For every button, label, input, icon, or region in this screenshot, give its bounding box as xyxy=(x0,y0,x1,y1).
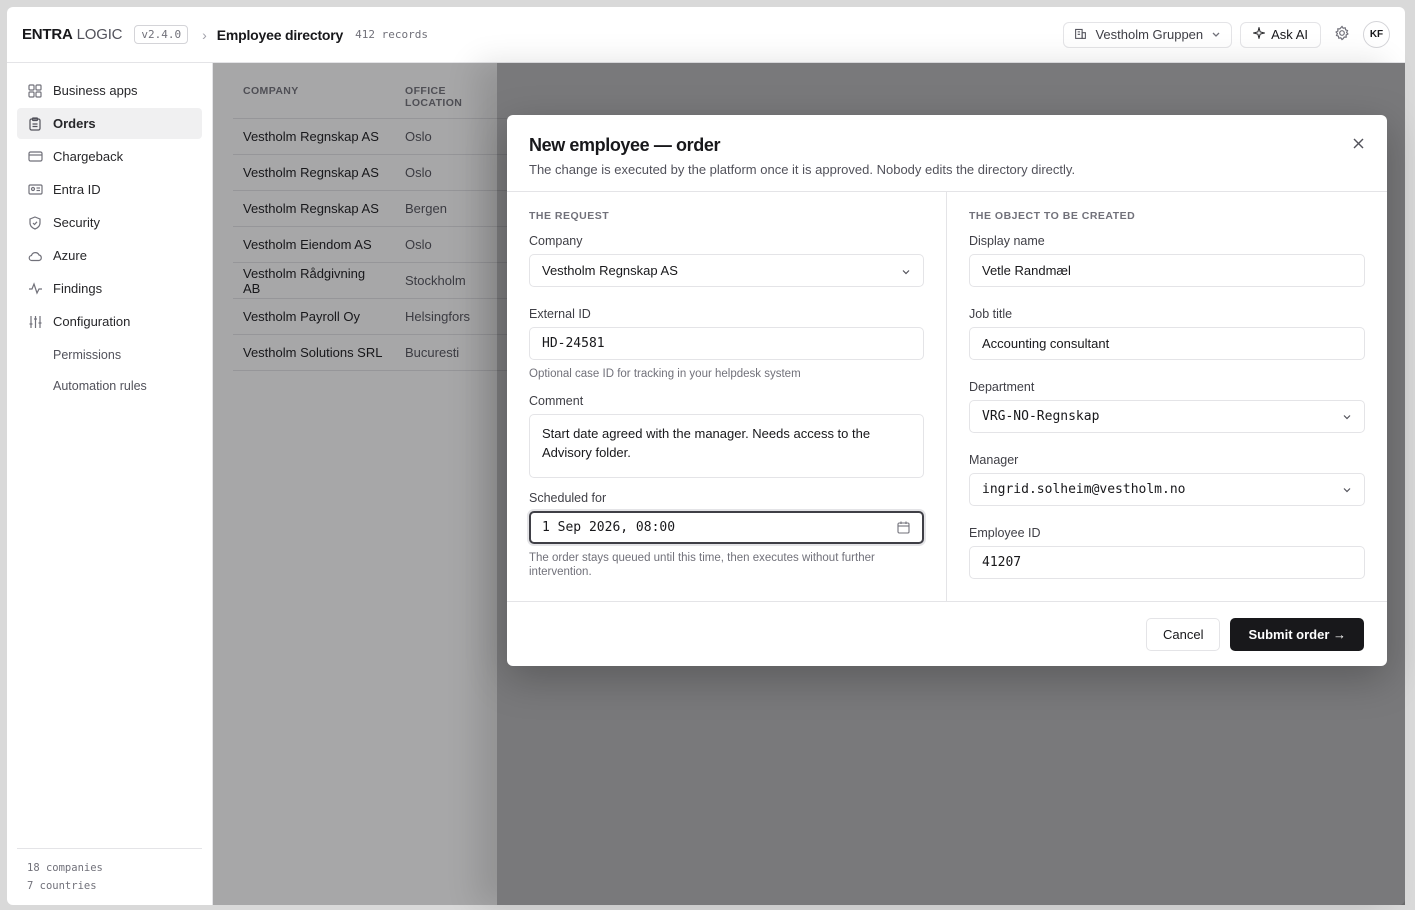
comment-textarea[interactable]: Start date agreed with the manager. Need… xyxy=(529,414,924,478)
sidebar-item-configuration[interactable]: Configuration xyxy=(17,306,202,337)
scheduled-for-help: The order stays queued until this time, … xyxy=(529,552,875,578)
sidebar-item-findings[interactable]: Findings xyxy=(17,273,202,304)
job-title-label: Job title xyxy=(969,307,1013,321)
companies-count: 18 companies xyxy=(27,862,103,874)
page-title: Employee directory xyxy=(216,26,344,43)
manager-select[interactable]: ingrid.solheim@vestholm.no xyxy=(969,473,1365,506)
dialog-footer: Cancel Submit order → xyxy=(507,602,1387,666)
close-icon xyxy=(1353,137,1364,152)
settings-button[interactable] xyxy=(1329,22,1355,48)
activity-icon xyxy=(27,281,43,297)
sidebar-footer: 18 companies 7 countries xyxy=(17,848,202,895)
submit-order-button[interactable]: Submit order → xyxy=(1230,617,1364,651)
sidebar-item-azure[interactable]: Azure xyxy=(17,240,202,271)
chevron-right-icon: › xyxy=(202,26,207,43)
record-count: 412 records xyxy=(355,28,428,41)
chevron-down-icon xyxy=(1342,411,1352,426)
clipboard-icon xyxy=(27,116,43,132)
dialog-header: New employee — order The change is execu… xyxy=(507,115,1387,192)
department-label: Department xyxy=(969,380,1035,394)
tenant-name: Vestholm Gruppen xyxy=(1095,27,1204,42)
request-section: THE REQUEST Company Vestholm Regnskap AS… xyxy=(507,192,947,601)
section-heading-object: THE OBJECT TO BE CREATED xyxy=(969,210,1136,222)
company-select[interactable]: Vestholm Regnskap AS xyxy=(529,254,924,287)
chevron-down-icon xyxy=(901,265,911,280)
top-bar: ENTRA LOGIC v2.4.0 › Employee directory … xyxy=(7,7,1405,63)
ask-ai-button[interactable]: Ask AI xyxy=(1240,21,1321,48)
tenant-selector[interactable]: Vestholm Gruppen xyxy=(1063,21,1233,48)
manager-label: Manager xyxy=(969,453,1019,467)
new-employee-order-dialog: New employee — order The change is execu… xyxy=(507,115,1387,666)
employee-id-input[interactable]: 41207 xyxy=(969,546,1365,579)
sparkle-icon xyxy=(1251,25,1267,42)
sidebar-item-automation-rules[interactable]: Automation rules xyxy=(17,370,202,401)
countries-count: 7 countries xyxy=(27,880,97,892)
version-badge: v2.4.0 xyxy=(134,25,189,44)
comment-label: Comment xyxy=(529,394,584,408)
sidebar-item-business-apps[interactable]: Business apps xyxy=(17,75,202,106)
close-button[interactable] xyxy=(1349,135,1367,153)
dialog-body: THE REQUEST Company Vestholm Regnskap AS… xyxy=(507,192,1387,602)
calendar-icon[interactable] xyxy=(897,521,910,538)
shield-icon xyxy=(27,215,43,231)
credit-card-icon xyxy=(27,149,43,165)
sidebar-item-permissions[interactable]: Permissions xyxy=(17,339,202,370)
chevron-down-icon xyxy=(1211,27,1221,42)
cloud-icon xyxy=(27,248,43,264)
scheduled-for-label: Scheduled for xyxy=(529,491,607,505)
section-heading-request: THE REQUEST xyxy=(529,210,610,222)
department-select[interactable]: VRG-NO-Regnskap xyxy=(969,400,1365,433)
sidebar-item-chargeback[interactable]: Chargeback xyxy=(17,141,202,172)
cancel-button[interactable]: Cancel xyxy=(1146,617,1221,651)
id-card-icon xyxy=(27,182,43,198)
sidebar-item-orders[interactable]: Orders xyxy=(17,108,202,139)
display-name-input[interactable]: Vetle Randmæl xyxy=(969,254,1365,287)
sidebar: Business apps Orders Chargeback Entra ID… xyxy=(7,63,213,905)
building-icon xyxy=(1074,27,1087,43)
dialog-subtitle: The change is executed by the platform o… xyxy=(529,162,1076,177)
sliders-icon xyxy=(27,314,43,330)
external-id-input[interactable]: HD-24581 xyxy=(529,327,924,360)
grid-icon xyxy=(27,83,43,99)
gear-icon xyxy=(1334,25,1350,44)
employee-id-label: Employee ID xyxy=(969,526,1041,540)
company-label: Company xyxy=(529,234,583,248)
external-id-help: Optional case ID for tracking in your he… xyxy=(529,368,801,380)
sidebar-item-entra-id[interactable]: Entra ID xyxy=(17,174,202,205)
scheduled-for-input[interactable]: 1 Sep 2026, 08:00 xyxy=(529,511,924,544)
display-name-label: Display name xyxy=(969,234,1045,248)
chevron-down-icon xyxy=(1342,484,1352,499)
user-avatar[interactable]: KF xyxy=(1363,21,1390,48)
object-section: THE OBJECT TO BE CREATED Display name Ve… xyxy=(947,192,1387,601)
dialog-title: New employee — order xyxy=(529,135,721,155)
job-title-input[interactable]: Accounting consultant xyxy=(969,327,1365,360)
sidebar-item-security[interactable]: Security xyxy=(17,207,202,238)
brand-logo[interactable]: ENTRA LOGIC xyxy=(22,26,123,43)
external-id-label: External ID xyxy=(529,307,591,321)
